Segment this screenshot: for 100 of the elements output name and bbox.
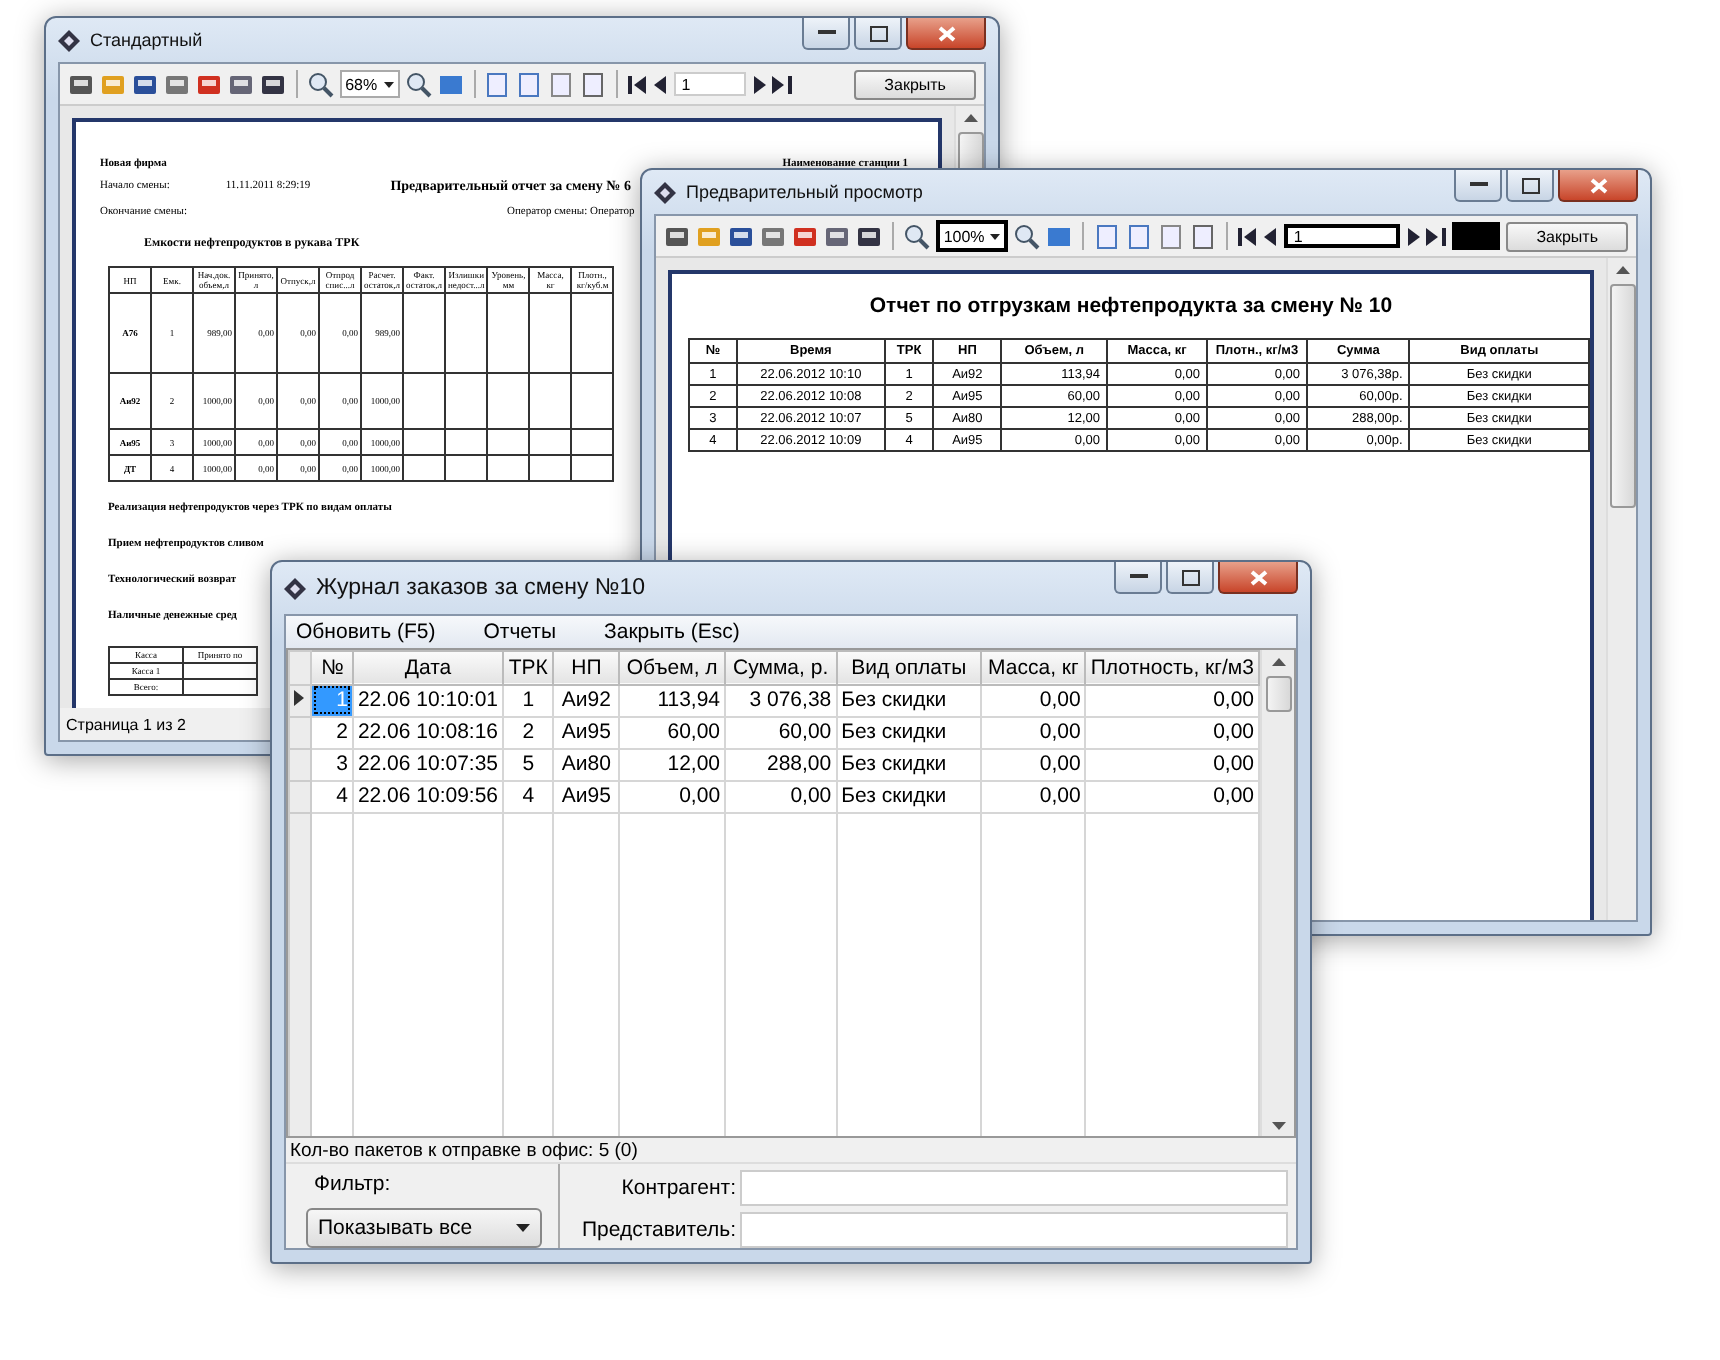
close-report-button[interactable]: Закрыть: [1506, 221, 1628, 251]
table-cell: 0,00: [981, 780, 1086, 813]
table-cell: 0,00: [1085, 684, 1259, 717]
blank-field: [1451, 222, 1501, 250]
close-icon: [1249, 569, 1267, 585]
table-cell: Аи95: [553, 780, 620, 813]
window-title: Журнал заказов за смену №10: [316, 576, 648, 600]
table-cell: Без скидки: [836, 684, 982, 717]
dropdown-arrow-icon: [516, 1223, 530, 1232]
maximize-button[interactable]: [1506, 170, 1554, 202]
zoom-dropdown[interactable]: 68%: [339, 70, 400, 98]
table-cell: 2: [503, 716, 554, 749]
zoom-dropdown[interactable]: 100%: [935, 220, 1009, 252]
minimize-button[interactable]: [802, 18, 850, 50]
close-button[interactable]: [906, 18, 986, 50]
status-text: Кол-во пакетов к отправке в офис: 5 (0): [288, 1138, 640, 1162]
close-button[interactable]: [1558, 170, 1638, 202]
scroll-up-icon[interactable]: [1271, 657, 1285, 666]
close-report-button[interactable]: Закрыть: [854, 69, 976, 99]
scroll-up-icon[interactable]: [1615, 266, 1629, 274]
zoom-out-icon[interactable]: [405, 71, 432, 97]
table-cell: 0,00: [981, 684, 1086, 717]
table-cell: 22.06 10:10:01: [352, 684, 504, 717]
minimize-button[interactable]: [1114, 562, 1162, 594]
vertical-scrollbar[interactable]: [1260, 649, 1294, 1137]
previous-page-icon[interactable]: [653, 75, 668, 93]
field-label: Контрагент:: [619, 1175, 736, 1200]
table-cell: 288,00: [725, 748, 837, 781]
caret-icon: [990, 233, 1001, 239]
table-cell: 12,00: [619, 748, 726, 781]
table-cell[interactable]: 3: [311, 748, 353, 781]
last-page-icon[interactable]: [772, 75, 793, 93]
maximize-icon: [869, 25, 887, 41]
status-text: Страница 1 из 2: [66, 715, 186, 733]
maximize-button[interactable]: [854, 18, 902, 50]
vertical-scrollbar[interactable]: [1606, 258, 1636, 920]
scroll-down-icon[interactable]: [1271, 1122, 1285, 1131]
minimize-button[interactable]: [1454, 170, 1502, 202]
report-title: Отчет по отгрузкам нефтепродукта за смену № 10: [869, 294, 1393, 318]
input-field[interactable]: [740, 1211, 1288, 1248]
last-page-icon[interactable]: [1425, 227, 1446, 245]
input-field[interactable]: [740, 1169, 1288, 1206]
scroll-up-icon[interactable]: [963, 114, 977, 122]
zoom-in-icon[interactable]: [307, 71, 334, 97]
maximize-icon: [1521, 177, 1539, 193]
menu-item[interactable]: Обновить (F5): [296, 619, 436, 644]
minimize-icon: [1129, 574, 1147, 580]
next-page-icon[interactable]: [752, 75, 767, 93]
table-cell: 0,00: [981, 748, 1086, 781]
column-header[interactable]: ТРК: [503, 650, 554, 685]
column-header[interactable]: №: [311, 650, 353, 685]
column-header[interactable]: Плотность, кг/м3: [1085, 650, 1259, 685]
diamond-icon: [284, 577, 306, 599]
field-label: Представитель:: [579, 1217, 736, 1242]
first-page-icon[interactable]: [1237, 227, 1258, 245]
column-header[interactable]: НП: [553, 650, 620, 685]
column-header[interactable]: Масса, кг: [981, 650, 1086, 685]
table-cell: 0,00: [981, 716, 1086, 749]
maximize-button[interactable]: [1166, 562, 1214, 594]
minimize-icon: [817, 30, 835, 36]
table-cell: Аи95: [553, 716, 620, 749]
table-cell: 0,00: [725, 780, 837, 813]
caret-icon: [383, 81, 394, 87]
table-cell: 60,00: [619, 716, 726, 749]
filter-label: Фильтр:: [312, 1171, 393, 1196]
table-cell: Аи80: [553, 748, 620, 781]
table-cell: 22.06 10:08:16: [352, 716, 504, 749]
table-cell: 0,00: [1085, 716, 1259, 749]
scrollbar-thumb[interactable]: [1609, 284, 1635, 508]
table-cell[interactable]: 2: [311, 716, 353, 749]
column-header[interactable]: Дата: [352, 650, 504, 685]
close-icon: [937, 25, 955, 41]
column-header[interactable]: Вид оплаты: [836, 650, 982, 685]
scrollbar-thumb[interactable]: [957, 132, 983, 172]
table-cell: 3 076,38: [725, 684, 837, 717]
previous-page-icon[interactable]: [1263, 227, 1278, 245]
table-cell: 1: [503, 684, 554, 717]
column-header[interactable]: Объем, л: [619, 650, 726, 685]
menu-item[interactable]: Отчеты: [483, 619, 557, 644]
maximize-icon: [1181, 569, 1199, 585]
next-page-icon[interactable]: [1405, 227, 1420, 245]
table-cell: Без скидки: [836, 748, 982, 781]
menu-item[interactable]: Закрыть (Esc): [604, 619, 740, 644]
table-cell[interactable]: 4: [311, 780, 353, 813]
table-cell: 22.06 10:07:35: [352, 748, 504, 781]
page-field[interactable]: 1: [1283, 224, 1400, 248]
zoom-in-icon[interactable]: [903, 223, 930, 249]
table-cell: 60,00: [725, 716, 837, 749]
column-header[interactable]: Сумма, р.: [725, 650, 837, 685]
filter-dropdown[interactable]: Показывать все: [306, 1207, 542, 1248]
table-cell: 113,94: [619, 684, 726, 717]
close-button[interactable]: [1218, 562, 1298, 594]
first-page-icon[interactable]: [627, 75, 648, 93]
scrollbar-thumb[interactable]: [1265, 675, 1291, 712]
zoom-out-icon[interactable]: [1014, 223, 1041, 249]
diamond-icon: [654, 181, 676, 203]
table-cell: 5: [503, 748, 554, 781]
table-cell: 0,00: [1085, 748, 1259, 781]
page-field[interactable]: 1: [673, 72, 747, 96]
window-title: Стандартный: [90, 30, 205, 50]
